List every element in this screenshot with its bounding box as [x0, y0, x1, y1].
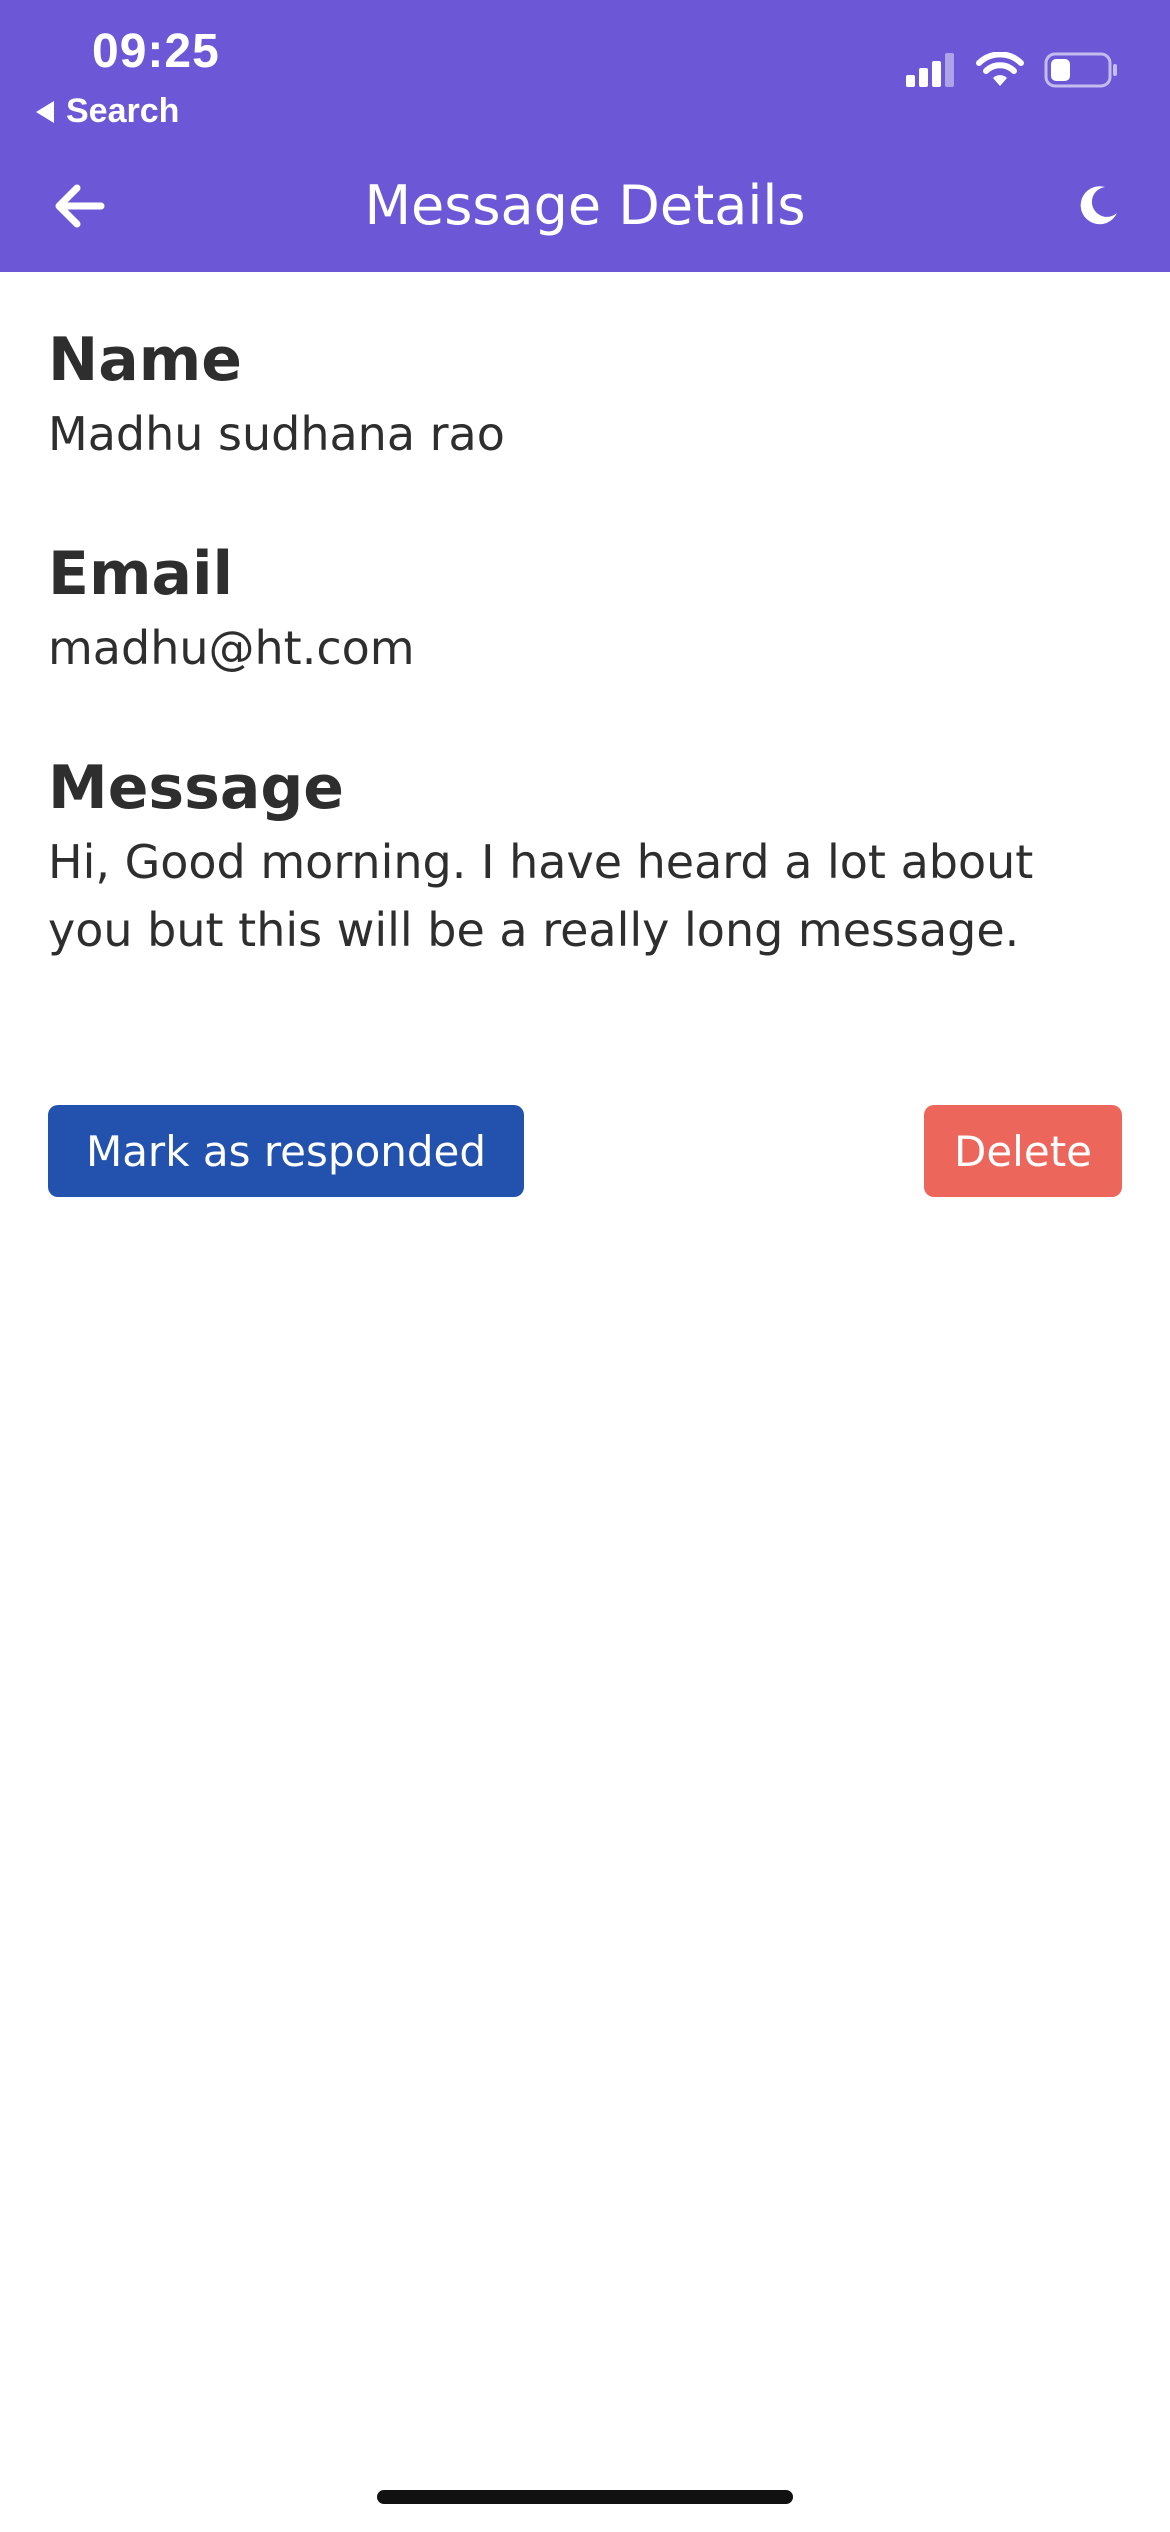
back-to-search-label: Search: [66, 92, 180, 130]
page-title: Message Details: [364, 174, 806, 237]
back-to-search-link[interactable]: Search: [36, 92, 179, 131]
mark-as-responded-button[interactable]: Mark as responded: [48, 1105, 524, 1197]
app-bar: Message Details: [0, 160, 1170, 252]
message-label: Message: [48, 753, 344, 823]
name-field: Name Madhu sudhana rao: [48, 320, 1122, 468]
message-details-screen: 09:25 Search Message Details Name Madhu …: [0, 0, 1170, 2532]
moon-icon: [1080, 186, 1117, 225]
message-details: Name Madhu sudhana rao Email madhu@ht.co…: [48, 320, 1122, 1030]
name-label: Name: [48, 325, 242, 395]
email-value: madhu@ht.com: [48, 621, 415, 675]
theme-toggle-button[interactable]: [1070, 178, 1126, 234]
name-value: Madhu sudhana rao: [48, 407, 505, 461]
delete-button[interactable]: Delete: [924, 1105, 1122, 1197]
email-label: Email: [48, 539, 234, 609]
cellular-signal-icon: [906, 53, 954, 87]
status-icons: [906, 52, 1118, 88]
back-triangle-icon: [36, 100, 54, 123]
battery-icon: [1044, 52, 1117, 88]
action-buttons: Mark as responded Delete: [48, 1105, 1122, 1197]
wifi-icon: [976, 52, 1024, 86]
status-time: 09:25: [92, 25, 220, 78]
message-value: Hi, Good morning. I have heard a lot abo…: [48, 835, 1034, 957]
home-indicator[interactable]: [377, 2490, 793, 2504]
message-field: Message Hi, Good morning. I have heard a…: [48, 748, 1122, 964]
email-field: Email madhu@ht.com: [48, 534, 1122, 682]
header: 09:25 Search Message Details: [0, 0, 1170, 272]
